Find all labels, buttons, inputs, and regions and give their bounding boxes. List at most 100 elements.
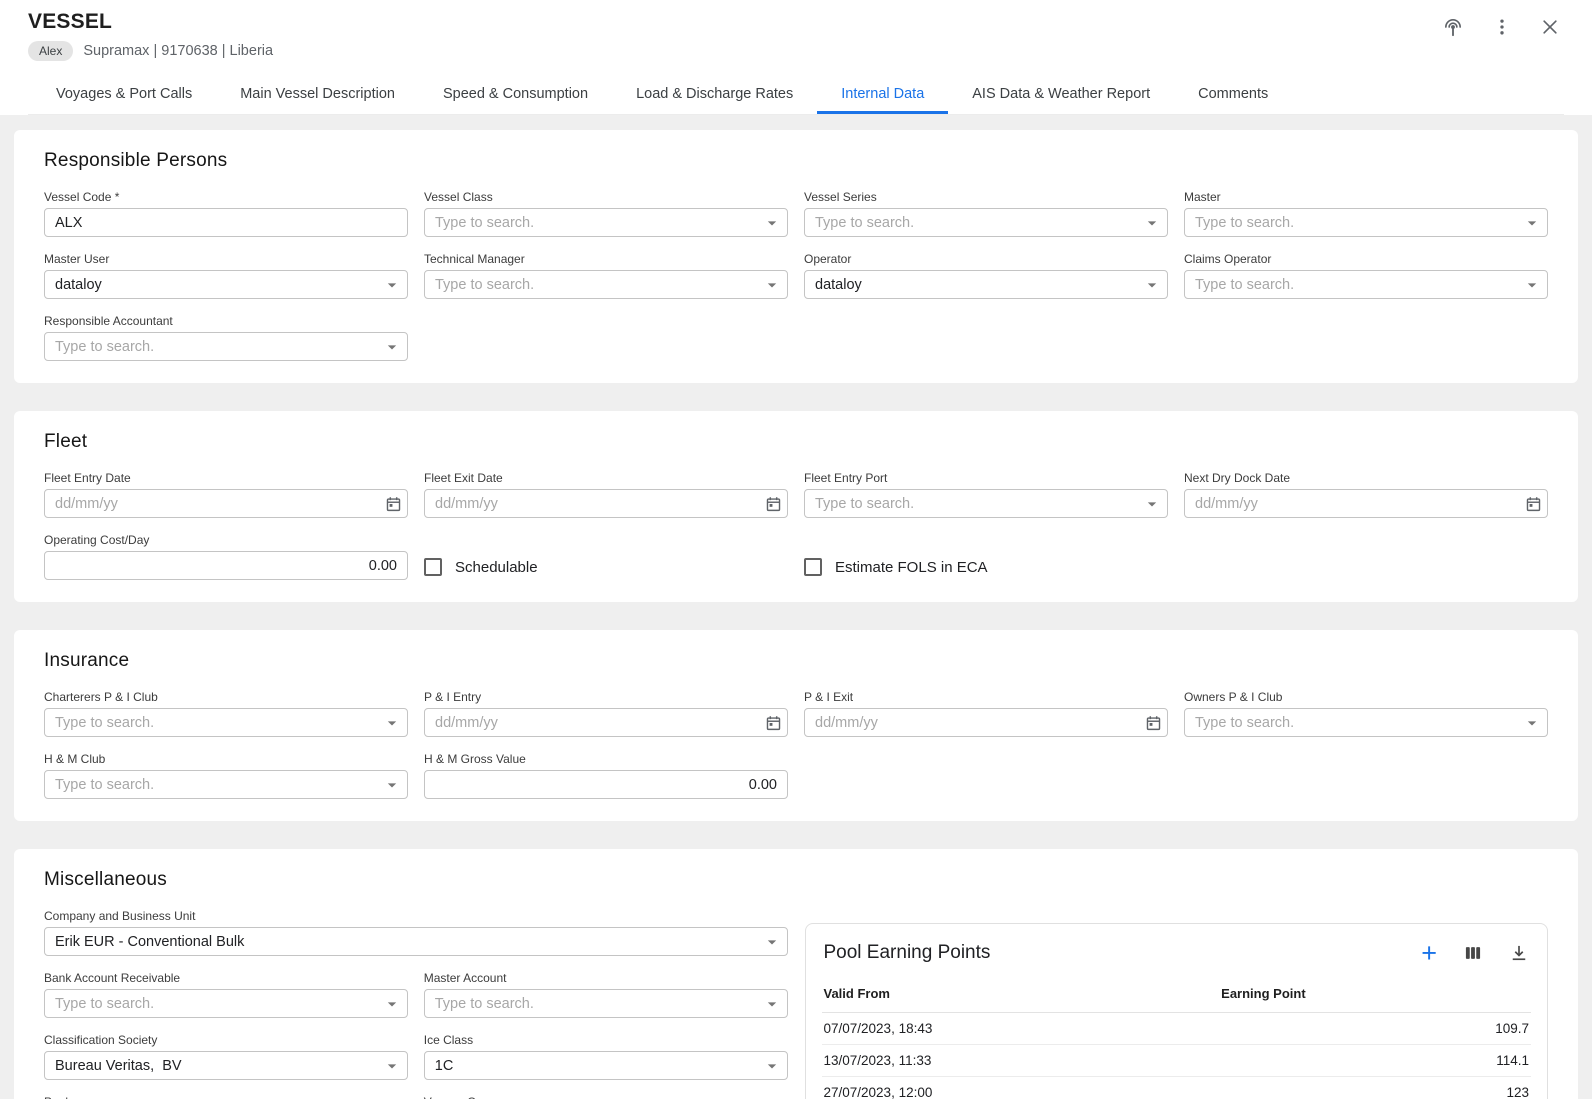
section-insurance: Insurance Charterers P & I Club P & I En…: [14, 630, 1578, 821]
tab-speed-consumption[interactable]: Speed & Consumption: [419, 73, 612, 114]
chevron-down-icon[interactable]: [382, 775, 402, 795]
responsible-accountant-select[interactable]: [44, 332, 408, 361]
company-and-business-unit-select[interactable]: [44, 927, 788, 956]
field-vessel-series: Vessel Series: [804, 190, 1168, 237]
tab-voyages-port-calls[interactable]: Voyages & Port Calls: [32, 73, 216, 114]
add-icon[interactable]: +: [1421, 943, 1437, 963]
charterers-p-and-i-club-select[interactable]: [44, 708, 408, 737]
p-and-i-exit-date-input[interactable]: [804, 708, 1168, 737]
technical-manager-select[interactable]: [424, 270, 788, 299]
ice-class-select[interactable]: [424, 1051, 788, 1080]
chevron-down-icon[interactable]: [382, 713, 402, 733]
h-and-m-gross-value-input[interactable]: [424, 770, 788, 799]
calendar-icon[interactable]: [1525, 495, 1542, 512]
field-fleet-entry-port: Fleet Entry Port: [804, 471, 1168, 518]
wifi-tethering-icon[interactable]: [1442, 16, 1464, 38]
field-h-and-m-club: H & M Club: [44, 752, 408, 799]
field-operator: Operator: [804, 252, 1168, 299]
field-h-and-m-gross-value: H & M Gross Value: [424, 752, 788, 799]
chevron-down-icon[interactable]: [382, 337, 402, 357]
chevron-down-icon[interactable]: [762, 932, 782, 952]
valid-from-cell: 07/07/2023, 18:43: [822, 1013, 1220, 1045]
chevron-down-icon[interactable]: [762, 275, 782, 295]
field-label: Ice Class: [424, 1033, 788, 1047]
vessel-code-input[interactable]: [44, 208, 408, 237]
calendar-icon[interactable]: [385, 495, 402, 512]
field-estimate-fols-in-eca: Estimate FOLS in ECA: [804, 554, 1168, 580]
field-label: Master User: [44, 252, 408, 266]
field-master-user: Master User: [44, 252, 408, 299]
p-and-i-entry-date-input[interactable]: [424, 708, 788, 737]
calendar-icon[interactable]: [765, 495, 782, 512]
field-label: Vessel Series: [804, 190, 1168, 204]
section-title: Responsible Persons: [44, 150, 1548, 172]
chevron-down-icon[interactable]: [382, 994, 402, 1014]
field-label: Owners P & I Club: [1184, 690, 1548, 704]
master-account-select[interactable]: [424, 989, 788, 1018]
h-and-m-club-select[interactable]: [44, 770, 408, 799]
pool-earning-points-table: Valid From Earning Point 07/07/2023, 18:…: [822, 976, 1532, 1099]
field-claims-operator: Claims Operator: [1184, 252, 1548, 299]
chevron-down-icon[interactable]: [382, 275, 402, 295]
chevron-down-icon[interactable]: [1142, 213, 1162, 233]
schedulable-checkbox[interactable]: [424, 558, 442, 576]
tab-internal-data[interactable]: Internal Data: [817, 73, 948, 114]
chevron-down-icon[interactable]: [1522, 213, 1542, 233]
table-row[interactable]: 13/07/2023, 11:33 114.1: [822, 1045, 1532, 1077]
field-ice-class: Ice Class: [424, 1033, 788, 1080]
table-row[interactable]: 27/07/2023, 12:00 123: [822, 1077, 1532, 1099]
chevron-down-icon[interactable]: [762, 994, 782, 1014]
fleet-exit-date-input[interactable]: [424, 489, 788, 518]
tab-comments[interactable]: Comments: [1174, 73, 1292, 114]
close-icon[interactable]: [1540, 17, 1560, 37]
field-label: Pool: [44, 1095, 408, 1099]
estimate-fols-in-eca-checkbox[interactable]: [804, 558, 822, 576]
field-responsible-accountant: Responsible Accountant: [44, 314, 408, 361]
pool-earning-points-card: Pool Earning Points +: [805, 923, 1549, 1099]
calendar-icon[interactable]: [1145, 714, 1162, 731]
field-label: H & M Club: [44, 752, 408, 766]
calendar-icon[interactable]: [765, 714, 782, 731]
field-label: Fleet Entry Port: [804, 471, 1168, 485]
field-label: H & M Gross Value: [424, 752, 788, 766]
field-technical-manager: Technical Manager: [424, 252, 788, 299]
field-label: Fleet Entry Date: [44, 471, 408, 485]
field-label: Charterers P & I Club: [44, 690, 408, 704]
fleet-entry-date-input[interactable]: [44, 489, 408, 518]
fleet-entry-port-select[interactable]: [804, 489, 1168, 518]
claims-operator-select[interactable]: [1184, 270, 1548, 299]
tab-main-vessel-description[interactable]: Main Vessel Description: [216, 73, 419, 114]
checkbox-label: Schedulable: [455, 559, 538, 576]
kebab-menu-icon[interactable]: [1492, 17, 1512, 37]
download-icon[interactable]: [1509, 943, 1529, 963]
tab-load-discharge-rates[interactable]: Load & Discharge Rates: [612, 73, 817, 114]
vessel-series-select[interactable]: [804, 208, 1168, 237]
view-columns-icon[interactable]: [1463, 943, 1483, 963]
section-title: Fleet: [44, 431, 1548, 453]
vessel-owner-chip: Alex: [28, 41, 73, 61]
field-fleet-entry-date: Fleet Entry Date: [44, 471, 408, 518]
field-label: P & I Entry: [424, 690, 788, 704]
field-label: P & I Exit: [804, 690, 1168, 704]
chevron-down-icon[interactable]: [382, 1056, 402, 1076]
field-schedulable: Schedulable: [424, 554, 788, 580]
master-select[interactable]: [1184, 208, 1548, 237]
chevron-down-icon[interactable]: [1522, 275, 1542, 295]
next-dry-dock-date-input[interactable]: [1184, 489, 1548, 518]
chevron-down-icon[interactable]: [1142, 494, 1162, 514]
classification-society-select[interactable]: [44, 1051, 408, 1080]
table-row[interactable]: 07/07/2023, 18:43 109.7: [822, 1013, 1532, 1045]
chevron-down-icon[interactable]: [762, 1056, 782, 1076]
tab-ais-data-weather-report[interactable]: AIS Data & Weather Report: [948, 73, 1174, 114]
chevron-down-icon[interactable]: [762, 213, 782, 233]
master-user-select[interactable]: [44, 270, 408, 299]
section-title: Miscellaneous: [44, 869, 1548, 891]
operating-cost-day-input[interactable]: [44, 551, 408, 580]
vessel-class-select[interactable]: [424, 208, 788, 237]
chevron-down-icon[interactable]: [1522, 713, 1542, 733]
bank-account-receivable-select[interactable]: [44, 989, 408, 1018]
operator-select[interactable]: [804, 270, 1168, 299]
chevron-down-icon[interactable]: [1142, 275, 1162, 295]
owners-p-and-i-club-select[interactable]: [1184, 708, 1548, 737]
field-vessel-class: Vessel Class: [424, 190, 788, 237]
